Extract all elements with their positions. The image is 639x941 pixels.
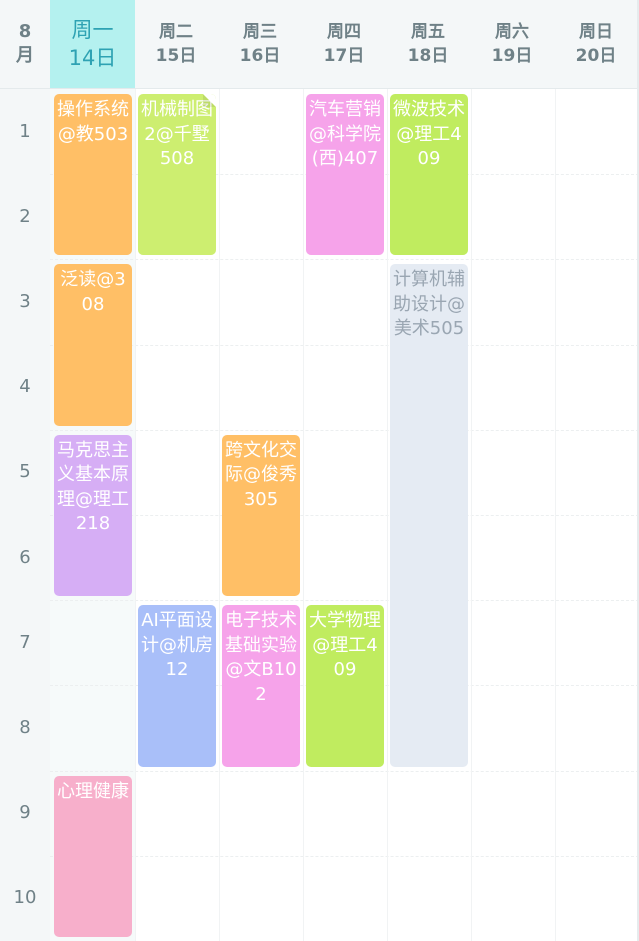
- date-label: 14日: [68, 46, 117, 70]
- day-header-5[interactable]: 周五 18日: [386, 0, 470, 88]
- month-unit: 月: [16, 45, 34, 66]
- period-label: 4: [19, 376, 31, 398]
- course-block[interactable]: 电子技术基础实验@文B102: [222, 605, 300, 767]
- period-label: 10: [13, 887, 37, 909]
- course-block[interactable]: 操作系统@教503: [54, 94, 132, 256]
- day-header-7[interactable]: 周日 20日: [554, 0, 638, 88]
- grid-row-line: [50, 600, 639, 602]
- period-label: 2: [19, 205, 31, 227]
- day-header-3[interactable]: 周三 16日: [218, 0, 302, 88]
- course-text: 泛读@308: [60, 269, 126, 315]
- grid-col-line: [303, 89, 304, 941]
- period-label: 8: [19, 717, 31, 738]
- period-label: 7: [19, 631, 31, 653]
- course-text: 大学物理@理工409: [309, 610, 381, 681]
- course-block[interactable]: 汽车营销@科学院(西)407: [306, 94, 384, 256]
- grid-row-line: [50, 515, 639, 516]
- week-header: 8 月 周一 14日 周二 15日 周三 16日 周四 17日 周五 18日 周六 19日 周日 20日: [0, 0, 639, 88]
- grid-row-line: [50, 259, 639, 261]
- grid-row-line: [50, 344, 639, 346]
- period-label: 6: [19, 546, 31, 568]
- course-text: 马克思主义基本原理@理工218: [57, 439, 129, 535]
- grid-col-line: [555, 89, 556, 941]
- period-label: 1: [19, 120, 31, 142]
- grid-row-line: [50, 429, 639, 431]
- grid-col-line: [387, 89, 388, 941]
- grid-col-line: [135, 89, 136, 941]
- day-header-1[interactable]: 周一 14日: [50, 0, 135, 88]
- weekday-label: 周日: [579, 22, 613, 42]
- corner-fold-icon: [203, 94, 216, 107]
- grid-row-line: [50, 770, 639, 772]
- weekday-label: 周二: [159, 22, 193, 42]
- course-block[interactable]: 计算机辅助设计@美术505: [390, 264, 468, 767]
- course-text: 电子技术基础实验@文B102: [225, 610, 297, 705]
- course-block[interactable]: 心理健康: [54, 775, 132, 937]
- grid-col-line: [219, 89, 220, 941]
- course-text: 跨文化交际@俊秀305: [225, 439, 297, 510]
- weekday-label: 周三: [243, 22, 277, 42]
- course-block[interactable]: 机械制图2@千墅508: [138, 94, 216, 256]
- month-number: 8: [18, 21, 32, 42]
- weekday-label: 周六: [495, 22, 529, 42]
- grid-row-line: [50, 855, 639, 857]
- date-label: 19日: [491, 46, 533, 66]
- date-label: 17日: [323, 46, 365, 66]
- course-block[interactable]: 微波技术@理工409: [390, 94, 468, 256]
- day-header-2[interactable]: 周二 15日: [134, 0, 218, 88]
- course-block[interactable]: AI平面设计@机房12: [138, 605, 216, 767]
- date-label: 15日: [155, 46, 197, 66]
- course-text: 心理健康: [57, 780, 129, 802]
- weekday-label: 周四: [327, 22, 361, 42]
- day-header-4[interactable]: 周四 17日: [302, 0, 386, 88]
- course-text: 计算机辅助设计@美术505: [393, 269, 465, 340]
- period-column: 1 2 3 4 5 6 7 8 9 10: [0, 89, 50, 941]
- period-label: 5: [19, 461, 31, 483]
- date-label: 20日: [575, 46, 617, 66]
- course-text: 微波技术@理工409: [393, 99, 465, 169]
- grid-col-line: [471, 89, 472, 941]
- course-text: 机械制图2@千墅508: [141, 99, 213, 169]
- weekday-label: 周五: [411, 22, 445, 42]
- period-label: 3: [19, 291, 31, 312]
- date-label: 18日: [407, 46, 449, 66]
- course-text: AI平面设计@机房12: [141, 610, 213, 681]
- course-text: 操作系统@教503: [57, 99, 129, 145]
- course-block[interactable]: 马克思主义基本原理@理工218: [54, 434, 132, 597]
- date-label: 16日: [239, 46, 281, 66]
- course-block[interactable]: 大学物理@理工409: [306, 605, 384, 767]
- course-block[interactable]: 跨文化交际@俊秀305: [222, 434, 300, 597]
- period-label: 9: [19, 802, 31, 824]
- weekday-label: 周一: [71, 18, 114, 42]
- month-indicator: 8 月: [0, 0, 50, 88]
- course-text: 汽车营销@科学院(西)407: [309, 99, 381, 169]
- day-header-6[interactable]: 周六 19日: [470, 0, 554, 88]
- course-block[interactable]: 泛读@308: [54, 264, 132, 426]
